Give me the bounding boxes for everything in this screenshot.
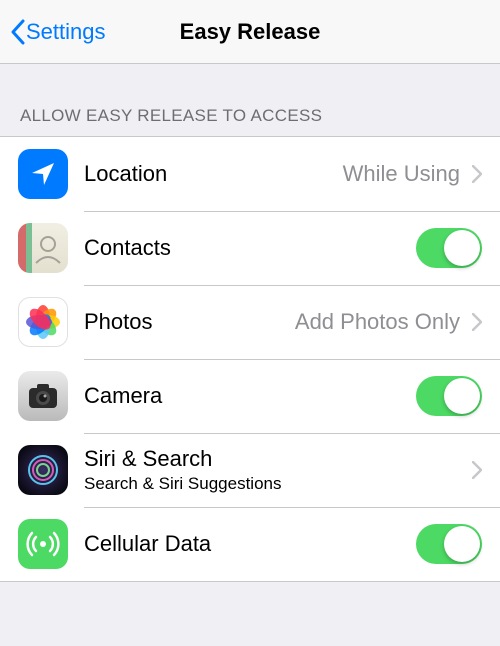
- row-label-col: Photos: [84, 309, 295, 335]
- row-label: Siri & Search: [84, 446, 468, 472]
- back-label: Settings: [26, 19, 106, 45]
- chevron-left-icon: [10, 19, 26, 45]
- row-location[interactable]: Location While Using: [0, 137, 500, 211]
- row-label: Cellular Data: [84, 531, 416, 557]
- camera-icon: [18, 371, 68, 421]
- row-camera: Camera: [0, 359, 500, 433]
- toggle-cellular[interactable]: [416, 524, 482, 564]
- row-contacts: Contacts: [0, 211, 500, 285]
- chevron-right-icon: [472, 461, 482, 479]
- row-label-col: Cellular Data: [84, 531, 416, 557]
- row-label-col: Contacts: [84, 235, 416, 261]
- row-label-col: Siri & Search Search & Siri Suggestions: [84, 446, 468, 494]
- row-siri[interactable]: Siri & Search Search & Siri Suggestions: [0, 433, 500, 507]
- row-label: Location: [84, 161, 343, 187]
- section-header: ALLOW EASY RELEASE TO ACCESS: [0, 64, 500, 136]
- chevron-right-icon: [472, 313, 482, 331]
- row-label: Contacts: [84, 235, 416, 261]
- photos-icon: [18, 297, 68, 347]
- nav-bar: Settings Easy Release: [0, 0, 500, 64]
- toggle-contacts[interactable]: [416, 228, 482, 268]
- row-label: Camera: [84, 383, 416, 409]
- row-sublabel: Search & Siri Suggestions: [84, 474, 468, 494]
- row-value: Add Photos Only: [295, 309, 460, 335]
- row-label-col: Camera: [84, 383, 416, 409]
- location-icon: [18, 149, 68, 199]
- siri-icon: [18, 445, 68, 495]
- row-value: While Using: [343, 161, 460, 187]
- cellular-icon: [18, 519, 68, 569]
- permissions-list: Location While Using Contacts: [0, 136, 500, 582]
- back-button[interactable]: Settings: [0, 19, 106, 45]
- row-cellular: Cellular Data: [0, 507, 500, 581]
- row-photos[interactable]: Photos Add Photos Only: [0, 285, 500, 359]
- row-label: Photos: [84, 309, 295, 335]
- chevron-right-icon: [472, 165, 482, 183]
- toggle-camera[interactable]: [416, 376, 482, 416]
- row-label-col: Location: [84, 161, 343, 187]
- contacts-icon: [18, 223, 68, 273]
